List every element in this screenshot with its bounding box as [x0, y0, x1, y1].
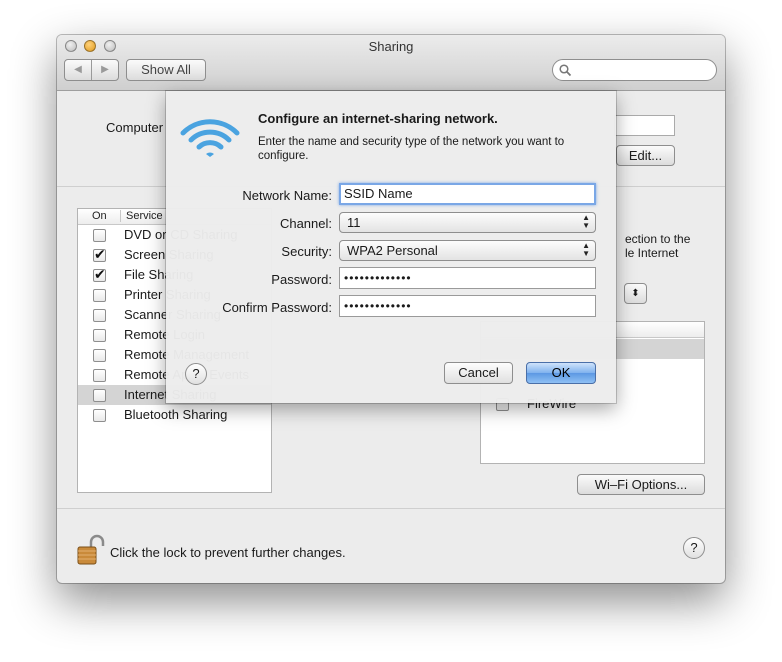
back-forward-control[interactable]: ◀ ▶	[64, 59, 119, 81]
column-header-service[interactable]: Service	[120, 210, 163, 222]
computer-name-field[interactable]	[614, 115, 675, 136]
lock-status-text[interactable]: Click the lock to prevent further change…	[110, 545, 346, 560]
password-field[interactable]: •••••••••••••	[339, 267, 596, 289]
window-title: Sharing	[368, 39, 414, 54]
service-checkbox[interactable]	[93, 246, 106, 263]
service-checkbox[interactable]	[93, 409, 106, 422]
popup-arrows-icon: ▲ ▼	[582, 213, 590, 230]
search-field[interactable]	[552, 59, 717, 81]
configure-network-sheet: Configure an internet-sharing network. E…	[166, 91, 616, 403]
wifi-icon	[179, 113, 241, 162]
service-checkbox[interactable]	[93, 329, 106, 342]
share-from-popup[interactable]: ⬍	[624, 283, 647, 304]
description-line: ection to the	[625, 232, 691, 246]
ok-button[interactable]: OK	[526, 362, 596, 384]
service-checkbox[interactable]	[93, 266, 106, 283]
service-checkbox[interactable]	[93, 389, 106, 402]
column-header-on[interactable]: On	[92, 210, 107, 222]
service-checkbox[interactable]	[93, 349, 106, 362]
computer-name-label: Computer	[106, 120, 164, 135]
security-value: WPA2 Personal	[347, 243, 438, 258]
edit-button[interactable]: Edit...	[616, 145, 675, 166]
channel-select[interactable]: 11 ▲ ▼	[339, 212, 596, 233]
help-button[interactable]: ?	[683, 537, 705, 559]
security-label: Security:	[281, 244, 332, 259]
service-name: Bluetooth Sharing	[124, 407, 228, 422]
popup-arrows-icon: ⬍	[631, 288, 640, 299]
forward-arrow-icon[interactable]: ▶	[91, 60, 118, 80]
confirm-password-field[interactable]: •••••••••••••	[339, 295, 596, 317]
sheet-description: Enter the name and security type of the …	[258, 136, 565, 162]
service-row[interactable]: Bluetooth Sharing	[78, 405, 271, 425]
title-bar: Sharing ◀ ▶ Show All	[57, 35, 725, 91]
password-label: Password:	[271, 272, 332, 287]
cancel-button[interactable]: Cancel	[444, 362, 513, 384]
network-name-label: Network Name:	[242, 188, 332, 203]
popup-arrows-icon: ▲ ▼	[582, 241, 590, 258]
wifi-options-button[interactable]: Wi–Fi Options...	[577, 474, 705, 495]
sheet-title: Configure an internet-sharing network.	[258, 111, 498, 126]
divider	[57, 508, 725, 509]
internet-sharing-description: ection to the le Internet	[625, 232, 690, 260]
confirm-password-label: Confirm Password:	[222, 300, 332, 315]
search-icon	[559, 64, 572, 77]
show-all-button[interactable]: Show All	[126, 59, 206, 81]
security-select[interactable]: WPA2 Personal ▲ ▼	[339, 240, 596, 261]
service-checkbox[interactable]	[93, 229, 106, 242]
sheet-help-button[interactable]: ?	[185, 363, 207, 385]
channel-value: 11	[347, 215, 361, 230]
description-line: le Internet	[625, 246, 679, 260]
lock-icon[interactable]	[75, 534, 105, 571]
service-checkbox[interactable]	[93, 289, 106, 302]
channel-label: Channel:	[279, 216, 332, 231]
service-checkbox[interactable]	[93, 309, 106, 322]
back-arrow-icon[interactable]: ◀	[65, 60, 91, 80]
network-name-field[interactable]: SSID Name	[339, 183, 596, 205]
service-checkbox[interactable]	[93, 369, 106, 382]
